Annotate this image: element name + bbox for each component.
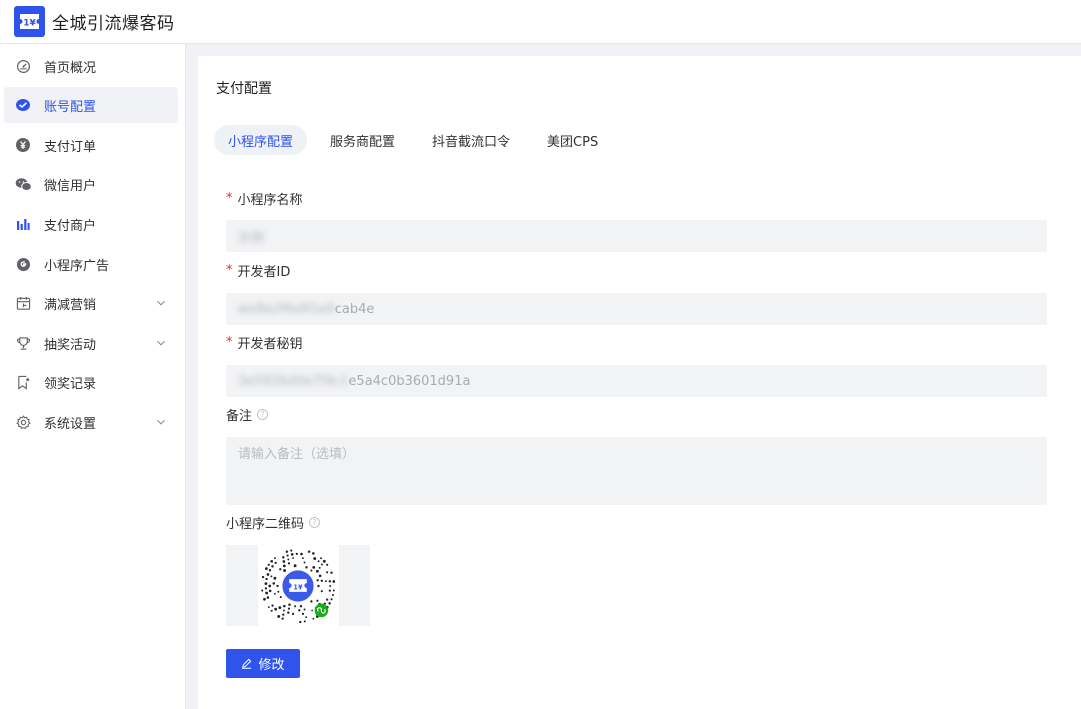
developer-secret-input[interactable]: 3e5926d0e7f4c1 e5a4c0b3601d91a	[226, 365, 1047, 397]
mini-program-qrcode-image: 1¥	[257, 545, 339, 626]
chevron-down-icon[interactable]	[156, 416, 166, 431]
field-label-text: 开发者ID	[237, 265, 291, 280]
ticket-icon: 1¥	[14, 6, 45, 37]
developer-id-input[interactable]: wx8a2f6d91e0 cab4e	[226, 293, 1047, 325]
sidebar-item-account-config[interactable]: 账号配置	[4, 87, 178, 123]
chevron-down-icon[interactable]	[156, 337, 166, 352]
config-tabs: 小程序配置 服务商配置 抖音截流口令 美团CPS	[214, 125, 621, 155]
appid-value-visible: cab4e	[334, 301, 375, 317]
sidebar-item-label: 微信用户	[44, 178, 97, 194]
tab-meituan-cps[interactable]: 美团CPS	[533, 125, 612, 155]
sidebar-item-wechat-users[interactable]: 微信用户	[4, 166, 178, 202]
yuan-icon	[14, 136, 32, 154]
sidebar-item-discount-marketing[interactable]: 满减营销	[4, 285, 178, 321]
edit-button-label: 修改	[258, 658, 285, 673]
appid-value-masked: wx8a2f6d91e0	[238, 301, 335, 317]
section-title: 支付配置	[216, 81, 272, 97]
check-badge-icon	[14, 96, 32, 114]
gear-icon	[14, 413, 32, 431]
sidebar-item-merchants[interactable]: 支付商户	[4, 206, 178, 242]
sidebar-item-system-settings[interactable]: 系统设置	[4, 404, 178, 440]
name-value-masked: 示例	[238, 230, 265, 246]
developer-id-label: * 开发者ID	[226, 261, 290, 280]
sidebar-item-prize-records[interactable]: 领奖记录	[4, 364, 178, 400]
sidebar-item-label: 账号配置	[44, 99, 97, 115]
sidebar-item-label: 支付订单	[44, 139, 97, 155]
required-mark: *	[226, 191, 233, 206]
svg-text:1¥: 1¥	[293, 583, 303, 591]
sidebar-item-label: 系统设置	[44, 416, 97, 432]
sidebar-item-lottery[interactable]: 抽奖活动	[4, 325, 178, 361]
required-mark: *	[226, 263, 233, 278]
bookmark-icon	[14, 373, 32, 391]
pencil-icon	[241, 658, 252, 669]
remark-label: 备注 ?	[226, 405, 269, 424]
tab-douyin-command[interactable]: 抖音截流口令	[418, 125, 524, 155]
sidebar-item-label: 满减营销	[44, 297, 97, 313]
sidebar-item-mini-program-ads[interactable]: 小程序广告	[4, 246, 178, 282]
help-icon[interactable]: ?	[309, 517, 321, 528]
secret-value-visible: e5a4c0b3601d91a	[348, 373, 471, 389]
bar-chart-icon	[14, 215, 32, 233]
sidebar-item-label: 领奖记录	[44, 376, 97, 392]
app-header: 1¥ 全城引流爆客码	[0, 0, 1081, 44]
field-label-text: 开发者秘钥	[237, 337, 303, 352]
main-panel: 支付配置 小程序配置 服务商配置 抖音截流口令 美团CPS * 小程序名称 示例…	[198, 56, 1081, 709]
edit-button[interactable]: 修改	[226, 649, 300, 678]
trophy-icon	[14, 334, 32, 352]
mini-program-name-input[interactable]: 示例	[226, 220, 1047, 252]
sidebar-item-label: 支付商户	[44, 218, 97, 234]
qrcode-preview[interactable]: 1¥	[226, 545, 370, 626]
sidebar-item-dashboard[interactable]: 首页概况	[4, 48, 178, 84]
developer-secret-label: * 开发者秘钥	[226, 333, 303, 352]
field-label-text: 小程序名称	[237, 193, 303, 208]
sidebar: 首页概况 账号配置 支付订单 微信用户 支付商户 小程序广告 满减营销 抽奖活动…	[0, 44, 186, 709]
sidebar-item-label: 小程序广告	[44, 258, 110, 274]
app-title: 全城引流爆客码	[52, 14, 175, 34]
required-mark: *	[226, 335, 233, 350]
help-icon[interactable]: ?	[257, 409, 269, 420]
wechat-icon	[14, 175, 32, 193]
remark-textarea[interactable]	[226, 437, 1047, 505]
chevron-down-icon[interactable]	[156, 297, 166, 312]
mini-program-name-label: * 小程序名称	[226, 189, 303, 208]
calendar-icon	[14, 294, 32, 312]
field-label-text: 小程序二维码	[226, 517, 305, 532]
dashboard-icon	[14, 57, 32, 75]
svg-text:1¥: 1¥	[23, 19, 36, 29]
sidebar-item-label: 抽奖活动	[44, 337, 97, 353]
tab-mini-program-config[interactable]: 小程序配置	[214, 125, 308, 155]
secret-value-masked: 3e5926d0e7f4c1	[238, 373, 349, 389]
qrcode-label: 小程序二维码 ?	[226, 513, 321, 532]
sidebar-item-label: 首页概况	[44, 60, 97, 76]
tab-service-provider-config[interactable]: 服务商配置	[316, 125, 409, 155]
field-label-text: 备注	[226, 409, 253, 424]
sidebar-item-payment-orders[interactable]: 支付订单	[4, 127, 178, 163]
google-icon	[14, 255, 32, 273]
